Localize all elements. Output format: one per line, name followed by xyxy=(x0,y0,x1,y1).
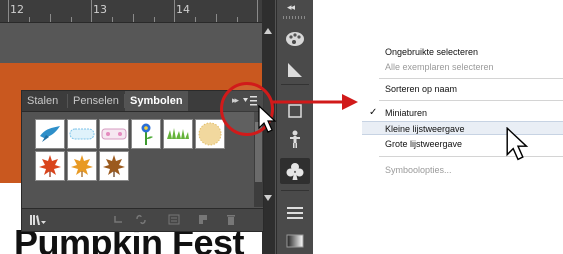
illustrator-window: 12 13 14 Pumpkin Fest Stalen Penselen Sy… xyxy=(0,0,313,254)
place-symbol-icon[interactable] xyxy=(112,214,124,225)
menu-item-sort-by-name[interactable]: Sorteren op naam xyxy=(362,82,563,96)
symbol-thumbnails-grid xyxy=(22,112,254,204)
ruler-label-14: 14 xyxy=(176,3,190,16)
symbol-grass-icon[interactable] xyxy=(163,119,193,149)
checkmark-icon: ✓ xyxy=(369,107,378,118)
menu-item-thumbnails[interactable]: ✓ Miniaturen xyxy=(362,106,563,120)
symbols-panel-menu: Ongebruikte selecteren Alle exemplaren s… xyxy=(362,39,563,185)
break-link-icon[interactable] xyxy=(135,214,147,225)
symbol-blue-flower-icon[interactable] xyxy=(131,119,161,149)
tab-stalen[interactable]: Stalen xyxy=(22,91,63,111)
stroke-button[interactable] xyxy=(280,200,310,226)
tab-symbolen[interactable]: Symbolen xyxy=(125,91,188,111)
puppet-icon xyxy=(290,130,300,148)
symbol-bird-icon[interactable] xyxy=(35,119,65,149)
menu-item-select-all-instances: Alle exemplaren selecteren xyxy=(385,62,494,72)
symbol-options-icon[interactable] xyxy=(168,214,180,225)
pasteboard xyxy=(0,23,262,63)
tab-penselen[interactable]: Penselen xyxy=(68,91,124,111)
symbol-red-maple-leaf-icon[interactable] xyxy=(35,151,65,181)
panel-dock: ◂◂ xyxy=(276,0,313,254)
menu-item-small-list-view[interactable]: Kleine lijstweergave xyxy=(362,121,563,135)
symbol-dotted-circle-icon[interactable] xyxy=(195,119,225,149)
ruler-label-13: 13 xyxy=(93,3,107,16)
red-arrow-connector xyxy=(272,94,358,110)
paintbrush-palette-icon xyxy=(286,32,304,46)
gradient-swatch-icon xyxy=(286,234,304,248)
gradient-triangle-icon xyxy=(288,63,302,77)
delete-symbol-icon[interactable] xyxy=(225,214,237,225)
transparency-button[interactable] xyxy=(280,228,310,254)
horizontal-ruler: 12 13 14 xyxy=(0,0,262,23)
color-guide-button[interactable] xyxy=(280,26,310,52)
puppet-warp-button[interactable] xyxy=(280,126,310,152)
symbol-library-menu-icon[interactable] xyxy=(30,214,46,225)
ruler-label-12: 12 xyxy=(10,3,24,16)
new-symbol-icon[interactable] xyxy=(197,214,209,225)
club-symbol-icon xyxy=(286,163,304,180)
stroke-lines-icon xyxy=(287,207,303,219)
symbols-dock-button[interactable] xyxy=(280,158,310,184)
scroll-up-arrow-icon[interactable] xyxy=(264,28,272,34)
symbol-flower-banner-icon[interactable] xyxy=(99,119,129,149)
menu-item-select-unused[interactable]: Ongebruikte selecteren xyxy=(362,45,563,59)
scroll-down-arrow-icon[interactable] xyxy=(264,195,272,201)
menu-item-symbol-options: Symboolopties... xyxy=(385,165,452,175)
symbol-brown-maple-leaf-icon[interactable] xyxy=(99,151,129,181)
expand-dock-icon[interactable]: ◂◂ xyxy=(287,2,295,13)
menu-mouse-pointer-icon xyxy=(506,127,529,161)
gradient-button[interactable] xyxy=(280,56,310,82)
symbol-orange-maple-leaf-icon[interactable] xyxy=(67,151,97,181)
symbol-cloud-banner-icon[interactable] xyxy=(67,119,97,149)
menu-item-large-list-view[interactable]: Grote lijstweergave xyxy=(362,137,563,151)
panel-bottom-toolbar xyxy=(22,208,263,231)
